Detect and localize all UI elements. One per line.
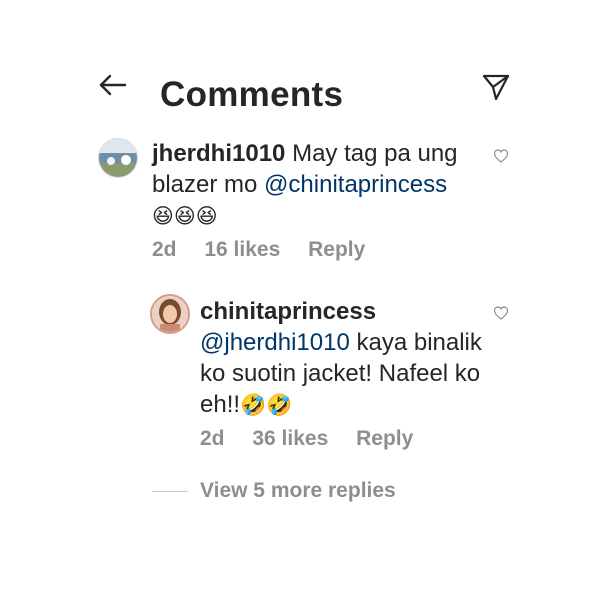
avatar[interactable] bbox=[98, 138, 138, 178]
reply-meta: 2d 36 likes Reply bbox=[200, 427, 435, 451]
comment-likes[interactable]: 16 likes bbox=[204, 238, 280, 261]
divider-line bbox=[152, 490, 188, 492]
paper-plane-icon[interactable] bbox=[480, 71, 512, 103]
page-title: Comments bbox=[160, 75, 344, 114]
reply-time: 2d bbox=[200, 427, 225, 450]
comment-emoji: 😆😆😆 bbox=[152, 204, 218, 228]
reply-username[interactable]: chinitaprincess bbox=[200, 298, 376, 325]
comment-text: jherdhi1010 May tag pa ung blazer mo @ch… bbox=[152, 138, 472, 232]
comment-time: 2d bbox=[152, 238, 177, 261]
comment-username[interactable]: jherdhi1010 bbox=[152, 140, 285, 167]
heart-icon[interactable] bbox=[493, 305, 509, 321]
view-more-label: View 5 more replies bbox=[200, 479, 396, 502]
reply-likes[interactable]: 36 likes bbox=[252, 427, 328, 450]
comment-meta: 2d 16 likes Reply bbox=[152, 238, 387, 262]
reply-emoji: 🤣🤣 bbox=[240, 393, 293, 417]
reply-mention[interactable]: @jherdhi1010 bbox=[200, 329, 350, 356]
reply-text: chinitaprincess @jherdhi1010 kaya binali… bbox=[200, 296, 490, 421]
header-bar: Comments bbox=[0, 60, 600, 130]
comment-mention[interactable]: @chinitaprincess bbox=[264, 171, 447, 198]
view-more-replies-button[interactable]: View 5 more replies bbox=[152, 478, 396, 504]
avatar[interactable] bbox=[150, 294, 190, 334]
heart-icon[interactable] bbox=[493, 148, 509, 164]
reply-button[interactable]: Reply bbox=[308, 238, 365, 261]
arrow-left-icon[interactable] bbox=[95, 70, 131, 100]
reply-button[interactable]: Reply bbox=[356, 427, 413, 450]
